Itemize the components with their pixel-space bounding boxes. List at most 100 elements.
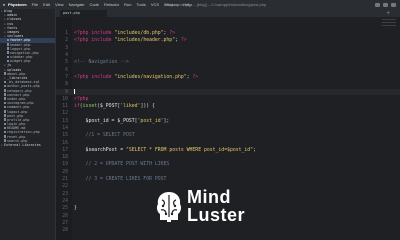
code-line[interactable]: 3 <box>56 46 400 52</box>
line-number: 4 <box>65 52 68 58</box>
menu-file[interactable]: File <box>32 2 38 7</box>
brain-icon <box>156 192 182 222</box>
code-token: // 2 = UPDATE POST WITH LIKES <box>74 162 170 168</box>
line-number: 20 <box>62 169 68 175</box>
ide-window: ● Phpstorm File Edit View Navigate Code … <box>0 0 400 240</box>
status-icons <box>375 2 396 7</box>
line-number: 12 <box>62 111 68 117</box>
code-token: <?php <box>74 38 92 44</box>
code-token: <?php <box>74 74 92 80</box>
line-number: 23 <box>62 191 68 197</box>
line-number: 2 <box>65 38 68 44</box>
line-number: 25 <box>62 206 68 212</box>
menu-edit[interactable]: Edit <box>43 2 50 7</box>
code-token: $post_id <box>74 118 112 124</box>
minimap-line <box>382 19 396 20</box>
wifi-icon[interactable] <box>375 2 380 7</box>
code-token: $searchPost <box>74 147 121 153</box>
menu-vcs[interactable]: VCS <box>151 2 159 7</box>
text-cursor <box>74 89 75 95</box>
line-number: 7 <box>65 74 68 80</box>
line-number: 15 <box>62 133 68 139</box>
battery-icon[interactable] <box>383 2 388 7</box>
code-token: "SELECT * FROM posts WHERE post_id=$post… <box>126 147 254 153</box>
minimap-line <box>382 22 396 23</box>
line-number: 16 <box>62 140 68 146</box>
code-line[interactable]: 2 <?php include "includes/header.php"; ?> <box>56 38 400 44</box>
code-line[interactable]: 21 // 3 = CREATE LIKES FOR POST <box>56 177 400 183</box>
line-number: 3 <box>65 45 68 51</box>
code-token: ]; <box>163 118 170 124</box>
editor-tabs: post.php + <box>56 9 400 17</box>
code-line[interactable]: 9 <box>56 89 400 96</box>
tab-post-php[interactable]: post.php <box>60 10 107 17</box>
watermark-logo: Mind Luster <box>153 187 255 227</box>
code-line[interactable]: 8 <box>56 82 400 88</box>
window-title: blog – post.php – [blog] – C:\xampp\htdo… <box>165 2 267 7</box>
code-token: "includes/header.php" <box>114 38 176 44</box>
line-number: 10 <box>62 96 68 102</box>
code-line[interactable]: 17 $searchPost = "SELECT * FROM posts WH… <box>56 148 400 154</box>
line-number: 8 <box>65 82 68 88</box>
code-line[interactable]: 20 <box>56 170 400 176</box>
apple-icon[interactable]: ● <box>0 2 8 7</box>
code-token: // 3 = CREATE LIKES FOR POST <box>74 177 167 182</box>
code-line[interactable]: 14 <box>56 126 400 132</box>
plus-icon[interactable]: + <box>386 10 390 17</box>
menu-run[interactable]: Run <box>124 2 131 7</box>
code-token: } <box>74 206 77 212</box>
app-menu[interactable]: Phpstorm <box>8 2 27 7</box>
line-number: 17 <box>62 147 68 153</box>
code-line[interactable]: 13 $post_id = $_POST['post_id']; <box>56 119 400 125</box>
code-line[interactable]: 10 <?php <box>56 97 400 103</box>
code-token: <?php <box>74 96 89 102</box>
line-number: 28 <box>62 228 68 234</box>
code-token: ?> <box>180 38 187 44</box>
code-line[interactable]: 1 <?php include "includes/db.php"; ?> <box>56 31 400 37</box>
code-line[interactable]: 19 // 2 = UPDATE POST WITH LIKES <box>56 162 400 168</box>
line-number: 24 <box>62 198 68 204</box>
code-line[interactable]: 5 <!-- Navigation --> <box>56 60 400 66</box>
code-line[interactable]: 7 <?php include "includes/navigation.php"… <box>56 75 400 81</box>
line-number: 11 <box>62 104 68 109</box>
code-token: 'post_id' <box>137 118 164 124</box>
line-number: 26 <box>62 213 68 219</box>
line-number: 13 <box>62 118 68 124</box>
code-token: $_POST <box>100 104 118 109</box>
code-line[interactable]: 16 <box>56 141 400 147</box>
menu-code[interactable]: Code <box>89 2 99 7</box>
line-number: 9 <box>65 90 68 96</box>
menu-bar: ● Phpstorm File Edit View Navigate Code … <box>0 0 400 9</box>
code-token: ?> <box>192 74 199 80</box>
line-number: 21 <box>62 177 68 182</box>
code-token: $_POST <box>117 118 135 124</box>
code-line[interactable]: 6 <box>56 68 400 74</box>
tree-folder[interactable]: External Libraries <box>0 143 55 147</box>
code-line[interactable]: 12 <box>56 111 400 117</box>
menu-refactor[interactable]: Refactor <box>104 2 119 7</box>
code-line[interactable]: 28 <box>56 228 400 234</box>
clock-icon[interactable] <box>391 2 396 7</box>
code-line[interactable]: 15 //1 = SELECT POST <box>56 133 400 139</box>
code-token: "includes/navigation.php" <box>114 74 187 80</box>
code-line[interactable]: 4 <box>56 53 400 59</box>
code-token: "includes/db.php" <box>114 31 164 36</box>
minimap[interactable] <box>382 17 396 57</box>
code-token: ])) { <box>140 104 155 109</box>
line-number: 27 <box>62 220 68 226</box>
menu-view[interactable]: View <box>55 2 64 7</box>
line-number: 5 <box>65 60 68 66</box>
code-token: isset <box>82 104 98 109</box>
menu-navigate[interactable]: Navigate <box>69 2 85 7</box>
menu-tools[interactable]: Tools <box>136 2 145 7</box>
code-line[interactable]: 11 if(isset($_POST['liked'])) { <box>56 104 400 110</box>
code-token: ; <box>253 147 256 153</box>
code-token: <?php <box>74 31 92 36</box>
code-token: include <box>91 38 115 44</box>
logo-text-luster: Luster <box>187 205 246 225</box>
code-line[interactable]: 18 <box>56 155 400 161</box>
code-token: ?> <box>169 31 176 36</box>
line-number: 6 <box>65 67 68 73</box>
code-token: <!-- Navigation --> <box>74 60 129 66</box>
line-number: 22 <box>62 184 68 190</box>
